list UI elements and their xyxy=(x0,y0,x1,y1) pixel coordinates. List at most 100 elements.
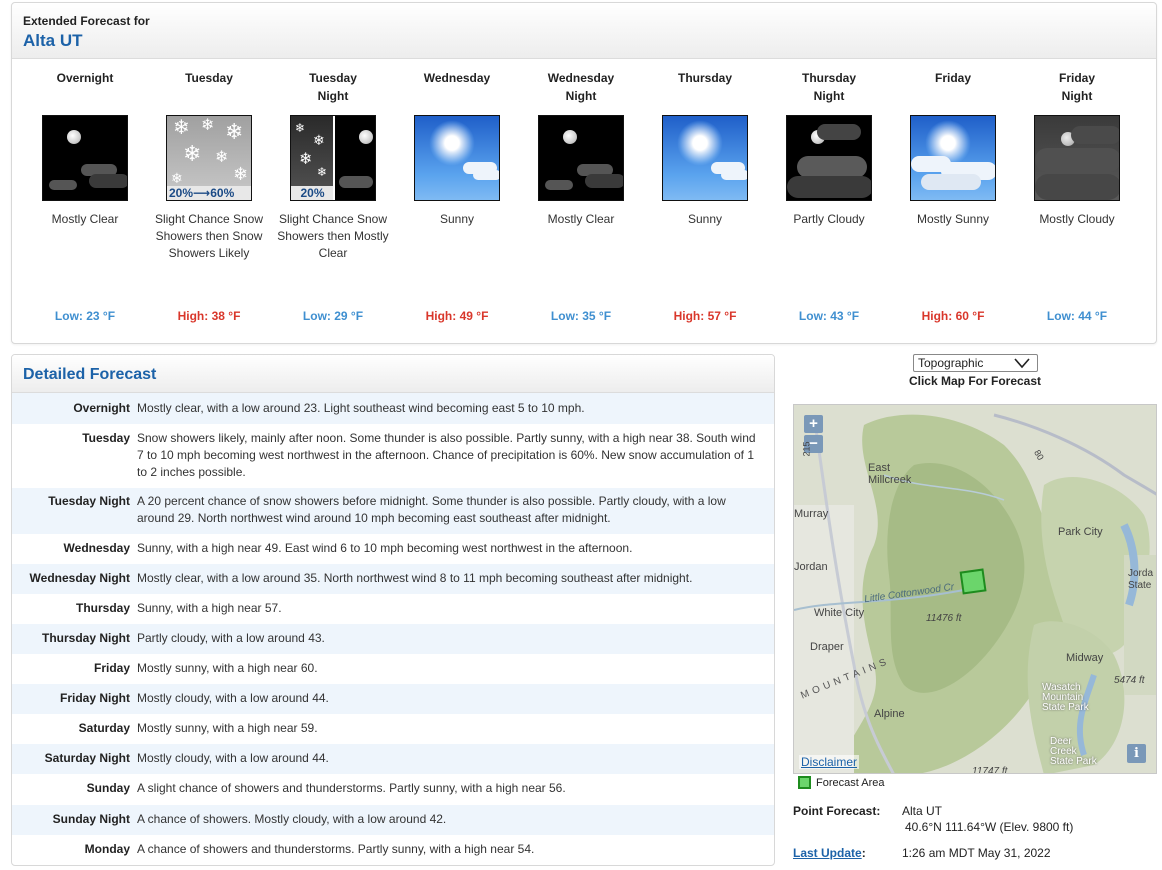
extended-forecast-panel: Extended Forecast for Alta UT Overnight … xyxy=(11,2,1157,344)
detailed-row-text: A slight chance of showers and thunderst… xyxy=(137,781,566,795)
forecast-period[interactable]: Friday Night Mostly Cloudy Low: 44 °F xyxy=(1015,69,1139,329)
forecast-area-marker xyxy=(959,568,987,595)
period-short-desc: Mostly Cloudy xyxy=(1039,212,1115,226)
period-name: Overnight xyxy=(56,71,114,85)
detailed-row-text: A chance of showers and thunderstorms. P… xyxy=(137,842,535,856)
last-update-link[interactable]: Last Update xyxy=(793,846,862,860)
precip-chance-label: 20% xyxy=(291,186,333,200)
extended-forecast-subtitle: Extended Forecast for xyxy=(23,14,150,28)
forecast-period[interactable]: Overnight Mostly Clear Low: 23 °F xyxy=(23,69,147,329)
zoom-in-button[interactable]: + xyxy=(804,415,823,433)
detailed-row-label: Wednesday xyxy=(63,541,130,555)
map-label-city: Draper xyxy=(810,641,844,653)
map-label-city: White City xyxy=(814,607,865,619)
extended-forecast-header: Extended Forecast for Alta UT xyxy=(12,3,1156,59)
forecast-period[interactable]: Thursday Sunny High: 57 °F xyxy=(643,69,767,329)
period-temp: High: 49 °F xyxy=(425,309,489,323)
period-temp: Low: 29 °F xyxy=(302,309,364,323)
night-clear-icon xyxy=(42,115,128,201)
detailed-row-label: Sunday Night xyxy=(52,812,130,826)
detailed-forecast-header: Detailed Forecast xyxy=(12,355,774,393)
detailed-forecast-table: Overnight Mostly clear, with a low aroun… xyxy=(12,393,774,865)
detailed-row-label: Saturday Night xyxy=(44,751,130,765)
period-name: Thursday Night xyxy=(801,71,856,103)
detailed-row-label: Saturday xyxy=(78,721,130,735)
detailed-row-text: Partly cloudy, with a low around 43. xyxy=(137,631,325,645)
detailed-row-text: Mostly clear, with a low around 35. Nort… xyxy=(137,571,693,585)
period-short-desc: Sunny xyxy=(687,212,723,226)
map-label-city: Park City xyxy=(1058,526,1103,538)
precip-chance-label: 20%⟶60% xyxy=(167,186,251,200)
detailed-row: Tuesday Snow showers likely, mainly afte… xyxy=(12,424,774,488)
period-short-desc: Slight Chance Snow Showers then Mostly C… xyxy=(277,212,389,260)
period-short-desc: Partly Cloudy xyxy=(793,212,865,226)
map-legend: Forecast Area xyxy=(798,776,884,789)
detailed-row: Wednesday Sunny, with a high near 49. Ea… xyxy=(12,534,774,564)
night-clear-icon xyxy=(538,115,624,201)
last-update-row: Last Update: xyxy=(793,846,866,860)
info-button[interactable]: i xyxy=(1127,744,1146,763)
detailed-row: Sunday A slight chance of showers and th… xyxy=(12,774,774,805)
detailed-row-label: Thursday Night xyxy=(41,631,130,645)
point-forecast-name: Alta UT xyxy=(902,804,943,818)
forecast-area-swatch xyxy=(798,776,811,789)
disclaimer-link[interactable]: Disclaimer xyxy=(799,755,860,769)
detailed-row-label: Tuesday Night xyxy=(48,494,130,508)
detailed-row: Wednesday Night Mostly clear, with a low… xyxy=(12,564,774,594)
forecast-period[interactable]: Tuesday ❄ ❄ ❄ ❄ ❄ ❄ ❄ 20%⟶60% Slight Cha… xyxy=(147,69,271,329)
detailed-row: Friday Night Mostly cloudy, with a low a… xyxy=(12,684,774,714)
chevron-down-icon xyxy=(1013,356,1031,374)
period-name: Wednesday Night xyxy=(547,71,615,103)
detailed-row-text: Mostly sunny, with a high near 60. xyxy=(137,661,318,675)
detailed-row-text: Mostly sunny, with a high near 59. xyxy=(137,721,318,735)
sunny-icon xyxy=(414,115,500,201)
map-label-city: East Millcreek xyxy=(868,462,912,486)
sunny-icon xyxy=(662,115,748,201)
period-temp: High: 57 °F xyxy=(673,309,737,323)
night-mostly-cloudy-icon xyxy=(1034,115,1120,201)
forecast-map[interactable]: + − 215 80 East Millcreek Murray Jordan … xyxy=(793,404,1157,774)
period-name: Tuesday xyxy=(185,71,233,85)
map-type-value: Topographic xyxy=(918,356,984,370)
period-temp: Low: 44 °F xyxy=(1046,309,1108,323)
period-temp: Low: 35 °F xyxy=(550,309,612,323)
detailed-row-label: Friday xyxy=(93,661,130,675)
forecast-period[interactable]: Thursday Night Partly Cloudy Low: 43 °F xyxy=(767,69,891,329)
detailed-row-label: Monday xyxy=(84,842,130,856)
detailed-row: Saturday Night Mostly cloudy, with a low… xyxy=(12,744,774,774)
detailed-row-text: A chance of showers. Mostly cloudy, with… xyxy=(137,812,447,826)
forecast-period[interactable]: Tuesday Night ❄ ❄ ❄ ❄ 20% Slight Chance S… xyxy=(271,69,395,329)
point-forecast-coords: 40.6°N 111.64°W (Elev. 9800 ft) xyxy=(905,820,1074,834)
detailed-forecast-title: Detailed Forecast xyxy=(23,366,157,383)
forecast-period[interactable]: Friday Mostly Sunny High: 60 °F xyxy=(891,69,1015,329)
night-partly-cloudy-icon xyxy=(786,115,872,201)
last-update-sep: : xyxy=(861,846,866,860)
period-short-desc: Slight Chance Snow Showers then Snow Sho… xyxy=(154,212,264,260)
detailed-row: Tuesday Night A 20 percent chance of sno… xyxy=(12,488,774,534)
detailed-row-text: Sunny, with a high near 49. East wind 6 … xyxy=(137,541,633,555)
map-label-park: Jorda State xyxy=(1128,568,1154,591)
map-label-route: 215 xyxy=(801,441,812,457)
period-name: Friday xyxy=(934,71,971,85)
legend-label: Forecast Area xyxy=(816,776,885,789)
map-label-park: Deer Creek State Park xyxy=(1050,736,1097,767)
detailed-row-text: Sunny, with a high near 57. xyxy=(137,601,282,615)
detailed-row: Sunday Night A chance of showers. Mostly… xyxy=(12,805,774,835)
period-temp: Low: 23 °F xyxy=(54,309,116,323)
detailed-row: Monday A chance of showers and thunderst… xyxy=(12,835,774,865)
period-name: Friday Night xyxy=(1058,71,1095,103)
map-label-city: Jordan xyxy=(794,561,828,573)
period-name: Tuesday Night xyxy=(309,71,357,103)
period-temp: High: 38 °F xyxy=(177,309,241,323)
map-type-select[interactable]: Topographic xyxy=(913,354,1038,372)
forecast-period[interactable]: Wednesday Night Mostly Clear Low: 35 °F xyxy=(519,69,643,329)
detailed-row-label: Tuesday xyxy=(82,431,130,445)
period-temp: High: 60 °F xyxy=(921,309,985,323)
detailed-row-text: Mostly cloudy, with a low around 44. xyxy=(137,751,329,765)
location-title: Alta UT xyxy=(23,31,83,50)
period-short-desc: Mostly Clear xyxy=(547,212,615,226)
forecast-period[interactable]: Wednesday Sunny High: 49 °F xyxy=(395,69,519,329)
detailed-row-text: Mostly cloudy, with a low around 44. xyxy=(137,691,329,705)
detailed-row-label: Sunday xyxy=(86,781,130,795)
map-label-city: Murray xyxy=(794,508,829,520)
